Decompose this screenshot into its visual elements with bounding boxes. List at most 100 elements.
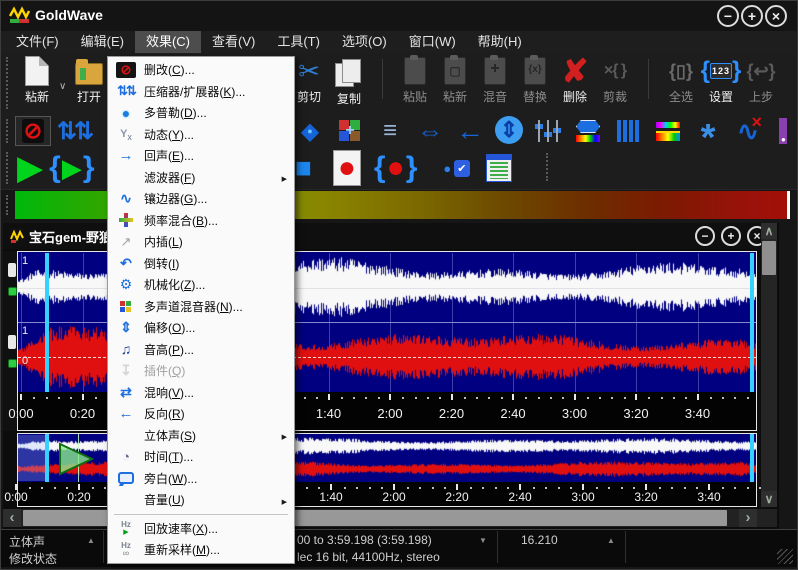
selection-range-status[interactable]: 00 to 3:59.198 (3:59.198) — [297, 533, 432, 547]
toolbar2-drag-handle[interactable] — [6, 119, 8, 143]
record-new-button[interactable] — [330, 148, 364, 188]
replace-button[interactable]: 替换 — [515, 55, 555, 105]
doc-maximize-button[interactable]: + — [721, 226, 741, 246]
effects-menu-item-5[interactable]: 回声(E)... — [108, 145, 294, 167]
channel-mode-arrow-icon[interactable]: ▲ — [87, 536, 95, 545]
effects-menu-item-1[interactable]: 删改(C)... — [108, 59, 294, 81]
effects-menu-item-20[interactable]: 旁白(W)... — [108, 468, 294, 490]
paste-button[interactable]: 粘贴 — [395, 55, 435, 105]
channel-mode-status[interactable]: 立体声 — [9, 533, 45, 550]
scroll-down-icon[interactable]: ∨ — [761, 491, 777, 507]
effects-menu-item-6[interactable]: 滤波器(F) — [108, 167, 294, 189]
scroll-up-icon[interactable]: ∧ — [761, 223, 777, 239]
menubar-item-3[interactable]: 效果(C) — [135, 31, 201, 53]
overview-selection-end-marker[interactable] — [750, 434, 754, 482]
effects-menu-item-7[interactable]: 镶边器(G)... — [108, 188, 294, 210]
menubar-item-1[interactable]: 文件(F) — [5, 31, 70, 53]
expand-arrows-icon[interactable] — [415, 116, 445, 146]
effects-menu-item-12[interactable]: 多声道混音器(N)... — [108, 296, 294, 318]
effects-menu-item-15[interactable]: 插件(Q) — [108, 360, 294, 382]
spark-icon[interactable] — [693, 116, 723, 146]
top-channel-enable-button[interactable] — [8, 287, 17, 296]
stop-button[interactable] — [295, 148, 312, 188]
effects-menu-item-16[interactable]: 混响(V)... — [108, 382, 294, 404]
doc-minimize-button[interactable]: − — [695, 226, 715, 246]
open-dropdown-chevron-icon[interactable]: ∨ — [59, 81, 66, 92]
offset-circle-icon[interactable] — [495, 116, 523, 144]
effects-menu-item-10[interactable]: 倒转(I) — [108, 253, 294, 275]
properties-window-button[interactable] — [484, 148, 514, 188]
effects-menu-item-4[interactable]: 动态(Y)... — [108, 124, 294, 146]
compressor-shortcut-icon[interactable] — [59, 116, 89, 146]
effects-menu-item-17[interactable]: 反向(R) — [108, 403, 294, 425]
maximize-button[interactable]: + — [741, 5, 763, 27]
effects-menu-item-2[interactable]: 压缩器/扩展器(K)... — [108, 81, 294, 103]
selection-end-marker[interactable] — [750, 253, 754, 392]
equalizer-sliders-icon[interactable] — [533, 116, 563, 146]
reverse-arrow-icon[interactable] — [455, 116, 485, 146]
effects-menu-item-23[interactable]: 重新采样(M)... — [108, 539, 294, 561]
scroll-right-icon[interactable]: › — [739, 509, 757, 527]
effects-menu-item-9[interactable]: 内插(L) — [108, 231, 294, 253]
menubar-item-2[interactable]: 编辑(E) — [70, 31, 135, 53]
scroll-left-icon[interactable]: ‹ — [3, 509, 21, 527]
open-button[interactable]: 打开 — [69, 55, 109, 105]
close-button[interactable]: × — [765, 5, 787, 27]
trim-button[interactable]: 剪裁 — [595, 55, 635, 105]
play-selection-braces-button[interactable]: {▶} — [49, 148, 94, 188]
menubar-item-6[interactable]: 选项(O) — [331, 31, 398, 53]
cut-button[interactable]: 剪切 — [289, 55, 329, 105]
filter-rainbow-icon[interactable] — [573, 116, 603, 146]
undo-step-button[interactable]: 上步 — [741, 55, 781, 105]
paste-new-button[interactable]: 粘新 — [435, 55, 475, 105]
select-all-button[interactable]: 全选 — [661, 55, 701, 105]
gate-bars-icon[interactable] — [613, 116, 643, 146]
menubar-item-7[interactable]: 窗口(W) — [398, 31, 467, 53]
menubar-item-8[interactable]: 帮助(H) — [467, 31, 533, 53]
mix-label: 混音 — [483, 88, 507, 105]
effects-menu-item-21[interactable]: 音量(U) — [108, 489, 294, 511]
play-button[interactable] — [17, 148, 43, 188]
effects-menu-item-19[interactable]: 时间(T)... — [108, 446, 294, 468]
position-value-status[interactable]: 16.210 — [521, 533, 558, 547]
color-mixer-icon[interactable] — [335, 116, 365, 146]
delete-button[interactable]: 删除 — [555, 55, 595, 105]
menubar-item-5[interactable]: 工具(T) — [266, 31, 331, 53]
list-partial-icon[interactable] — [375, 116, 405, 146]
overview-selection-marker[interactable] — [45, 434, 49, 482]
spectrum-filter-icon[interactable] — [653, 116, 683, 146]
vertical-scrollbar[interactable]: ∧ ∨ — [761, 223, 777, 507]
toolbar-drag-handle[interactable] — [6, 57, 8, 109]
clipped-edge-icon[interactable] — [773, 116, 798, 146]
overview-play-marker[interactable] — [58, 442, 94, 476]
mix-button[interactable]: 混音 — [475, 55, 515, 105]
copy-button[interactable]: 复制 — [329, 55, 369, 107]
effects-menu-item-3[interactable]: 多普勒(D)... — [108, 102, 294, 124]
toolbar3-drag-handle[interactable] — [6, 152, 8, 184]
monitor-check-button[interactable] — [443, 148, 469, 188]
effects-menu-item-8[interactable]: 频率混合(B)... — [108, 210, 294, 232]
menubar-item-4[interactable]: 查看(V) — [201, 31, 266, 53]
bottom-channel-enable-button[interactable] — [8, 359, 17, 368]
multichannel-star-icon[interactable] — [295, 116, 325, 146]
noise-reduction-icon[interactable] — [733, 116, 763, 146]
time-display-drag-handle[interactable] — [546, 153, 548, 181]
settings-button[interactable]: {123}设置 — [701, 55, 741, 105]
selection-range-arrow-icon[interactable]: ▼ — [479, 536, 487, 545]
disable-shortcut-icon[interactable] — [15, 116, 51, 146]
resize-grip[interactable] — [777, 549, 793, 564]
new-button[interactable]: 粘新 — [17, 55, 57, 105]
effects-menu-item-18[interactable]: 立体声(S) — [108, 425, 294, 447]
record-selection-braces-button[interactable]: {●} — [374, 148, 418, 188]
effects-menu-item-13[interactable]: 偏移(O)... — [108, 317, 294, 339]
vertical-scroll-thumb[interactable] — [762, 241, 776, 275]
effects-menu-item-11[interactable]: 机械化(Z)... — [108, 274, 294, 296]
meter-drag-handle[interactable] — [6, 195, 8, 215]
position-value-arrow-icon[interactable]: ▲ — [607, 536, 615, 545]
selection-start-marker[interactable] — [45, 253, 49, 392]
minimize-button[interactable]: − — [717, 5, 739, 27]
top-channel-fader[interactable] — [8, 263, 16, 277]
effects-menu-item-22[interactable]: 回放速率(X)... — [108, 518, 294, 540]
bottom-channel-fader[interactable] — [8, 335, 16, 349]
effects-menu-item-14[interactable]: 音高(P)... — [108, 339, 294, 361]
